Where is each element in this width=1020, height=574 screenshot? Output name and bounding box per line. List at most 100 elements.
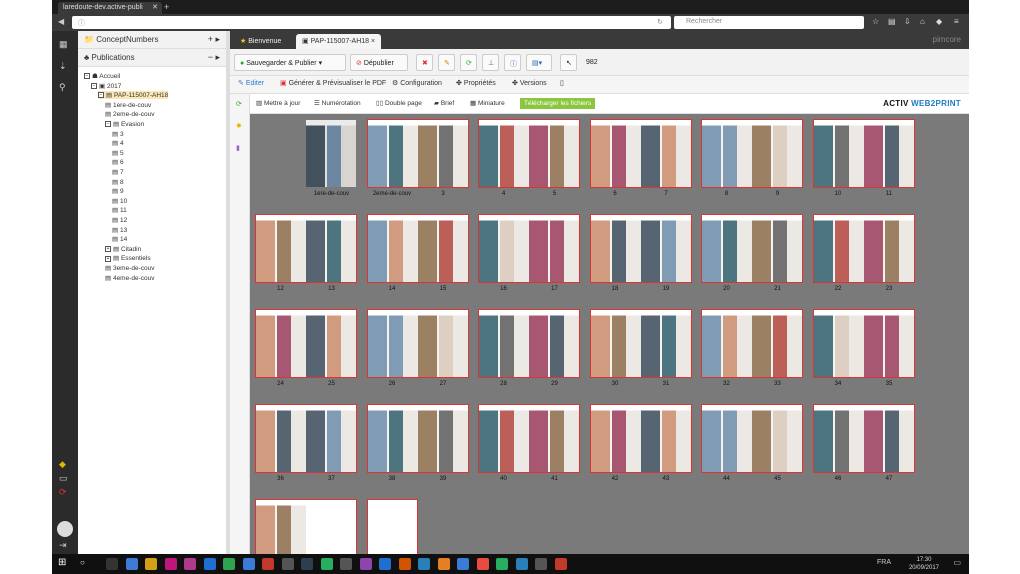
avatar[interactable] [57, 521, 73, 537]
tree-node[interactable]: ▤ 6 [112, 158, 124, 166]
info-button[interactable]: ⓘ [504, 54, 521, 71]
back-icon[interactable]: ◀ [58, 17, 64, 26]
tree-node[interactable]: ▤ 1ere-de-couv [105, 101, 151, 109]
page-thumbnail[interactable] [590, 120, 641, 187]
download-icon[interactable]: ⇣ [59, 61, 67, 72]
page-spread[interactable] [366, 309, 469, 378]
page-spread[interactable] [255, 214, 357, 283]
page-thumbnail[interactable] [702, 405, 752, 472]
expand-toggle-icon[interactable]: − [98, 92, 104, 99]
page-thumbnail[interactable] [367, 405, 418, 472]
page-thumbnail[interactable] [479, 120, 529, 187]
page-thumbnail[interactable] [529, 120, 579, 187]
page-spread[interactable] [589, 404, 692, 473]
page-thumbnail[interactable] [813, 120, 864, 187]
tree-node[interactable]: − ☗ Accueil [84, 72, 120, 80]
download-files-button[interactable]: Télécharger les fichiers [520, 98, 596, 109]
page-thumbnail[interactable] [367, 500, 392, 554]
page-thumbnail[interactable] [306, 310, 356, 377]
delete-button[interactable]: ✖ [416, 54, 433, 71]
page-thumbnail[interactable] [863, 405, 914, 472]
refresh-icon[interactable]: ⟳ [59, 487, 67, 498]
share-button[interactable]: ▤▾ [526, 54, 552, 71]
taskbar-app-icon[interactable] [340, 558, 352, 570]
star-icon[interactable]: ☆ [872, 17, 879, 26]
update-button[interactable]: ▨ Mettre à jour [256, 99, 300, 107]
download-icon[interactable]: ⇩ [904, 17, 911, 26]
tree-node[interactable]: ▤ 9 [112, 187, 124, 195]
page-thumbnail[interactable] [590, 310, 641, 377]
library-icon[interactable]: ▤ [888, 17, 896, 26]
grid-icon[interactable]: ▦ [59, 39, 68, 50]
tree-node[interactable]: ▤ 12 [112, 216, 127, 224]
thumbnail-button[interactable]: ▦ Miniature [470, 99, 505, 107]
windows-start-icon[interactable]: ⊞ [58, 557, 66, 568]
tab-welcome[interactable]: ★ Bienvenue [234, 34, 287, 49]
tree-header-publications[interactable]: ♣ Publications − ▸ [78, 49, 226, 67]
page-thumbnail[interactable] [256, 500, 306, 554]
page-thumbnail[interactable] [813, 405, 864, 472]
collapse-icon[interactable]: − ▸ [208, 52, 220, 63]
page-thumbnail[interactable] [813, 215, 864, 282]
page-thumbnail[interactable] [256, 215, 306, 282]
page-thumbnail[interactable] [590, 215, 641, 282]
trash-icon[interactable]: ▮ [236, 144, 240, 152]
page-thumbnail[interactable] [306, 215, 356, 282]
page-thumbnail[interactable] [752, 215, 802, 282]
page-thumbnail[interactable] [306, 500, 356, 554]
page-spread[interactable] [255, 119, 357, 188]
page-spread[interactable] [366, 499, 418, 554]
page-thumbnail[interactable] [417, 405, 468, 472]
page-thumbnail[interactable] [479, 215, 529, 282]
save-publish-button[interactable]: ● Sauvegarder & Publier ▾ [234, 54, 346, 71]
page-thumbnail[interactable] [702, 310, 752, 377]
taskbar-app-icon[interactable] [437, 558, 450, 570]
page-thumbnail[interactable] [752, 310, 802, 377]
taskbar-app-icon[interactable] [496, 558, 508, 570]
expand-toggle-icon[interactable]: + [105, 255, 111, 262]
taskbar-app-icon[interactable] [379, 558, 391, 570]
double-page-button[interactable]: ▯▯ Double page [376, 99, 422, 107]
page-spread[interactable] [478, 119, 580, 188]
taskbar-app-icon[interactable] [281, 558, 294, 570]
page-thumbnail[interactable] [752, 405, 802, 472]
tree-node[interactable]: + ▤ Essentiels [105, 254, 151, 262]
page-thumbnail[interactable] [590, 405, 641, 472]
taskbar-app-icon[interactable] [164, 558, 177, 570]
unpublish-button[interactable]: ⊘ Dépublier [350, 54, 408, 71]
rename-button[interactable]: ✎ [438, 54, 455, 71]
taskbar-app-icon[interactable] [398, 558, 411, 570]
system-clock[interactable]: 17:30 20/09/2017 [909, 556, 939, 572]
page-spread[interactable] [589, 214, 692, 283]
page-spread[interactable] [812, 119, 915, 188]
tree-node[interactable]: ▤ 13 [112, 226, 127, 234]
tree-node[interactable]: + ▤ Citadin [105, 245, 141, 253]
taskbar-app-icon[interactable] [476, 558, 489, 570]
page-thumbnail[interactable] [529, 215, 579, 282]
page-thumbnail[interactable] [306, 120, 356, 187]
page-thumbnail[interactable] [479, 405, 529, 472]
inbox-icon[interactable]: ▭ [59, 473, 68, 484]
expand-toggle-icon[interactable]: − [105, 121, 111, 128]
page-thumbnail[interactable] [863, 310, 914, 377]
page-thumbnail[interactable] [417, 120, 468, 187]
taskbar-app-icon[interactable] [359, 558, 372, 570]
refresh-icon[interactable]: ⟳ [236, 100, 242, 108]
page-spread[interactable] [478, 404, 580, 473]
notification-icon[interactable]: ▭ [953, 558, 961, 567]
extension-icon[interactable]: ◆ [936, 17, 942, 26]
expand-toggle-icon[interactable]: − [84, 73, 90, 80]
taskbar-app-icon[interactable] [184, 558, 196, 570]
tree-node[interactable]: ▤ 14 [112, 235, 127, 243]
page-thumbnail[interactable] [813, 310, 864, 377]
brief-button[interactable]: ▰ Brief [434, 99, 454, 107]
taskbar-app-icon[interactable] [457, 558, 469, 570]
page-thumbnail[interactable] [367, 120, 418, 187]
search-input[interactable]: Rechercher [674, 16, 864, 29]
taskbar-app-icon[interactable] [262, 558, 274, 570]
page-thumbnail[interactable] [256, 310, 306, 377]
cursor-button[interactable]: ↖ [560, 54, 577, 71]
tree-node[interactable]: ▤ 3 [112, 130, 124, 138]
reload-button[interactable]: ⟳ [460, 54, 477, 71]
taskbar-app-icon[interactable] [418, 558, 430, 570]
